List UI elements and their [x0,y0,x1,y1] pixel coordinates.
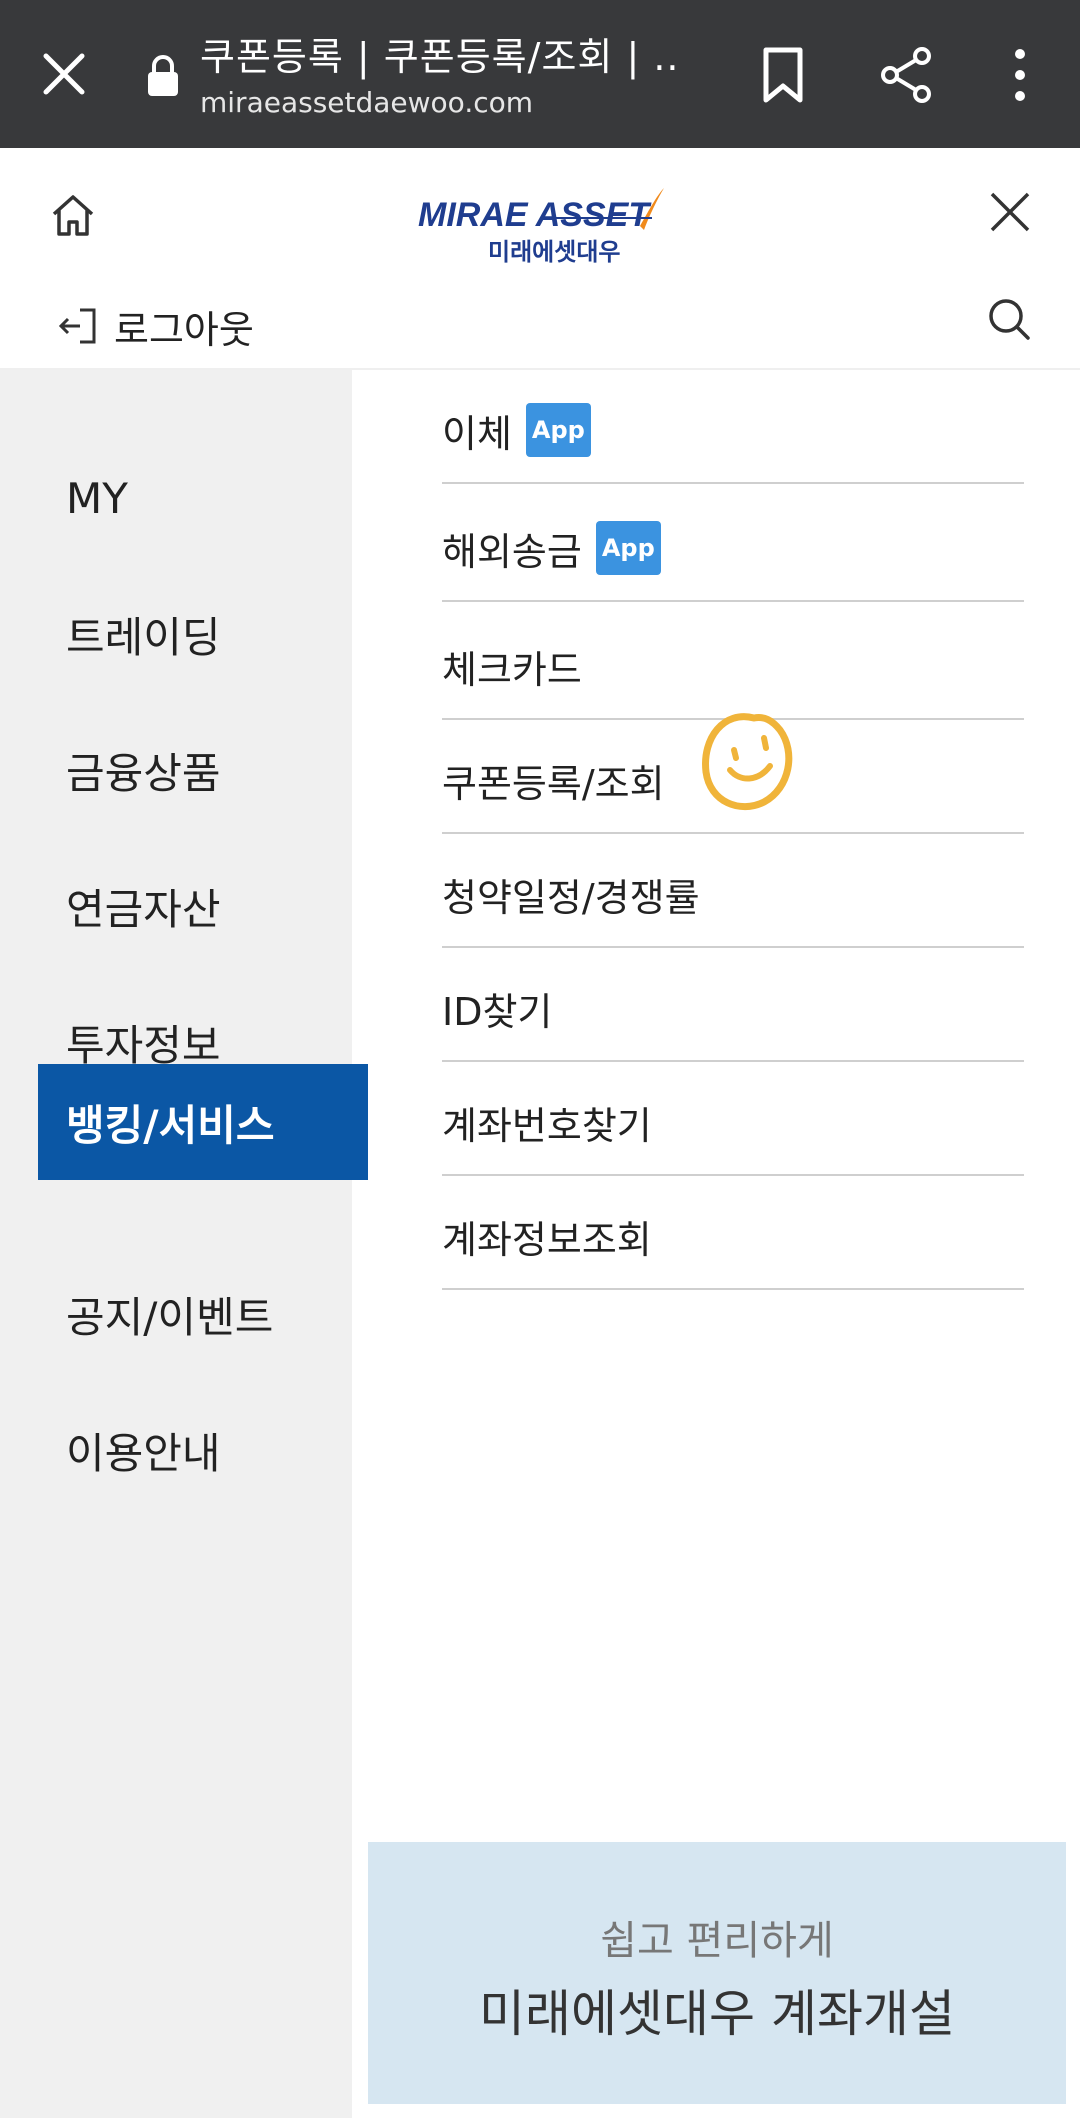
nav-item-usage-guide[interactable]: 이용안내 [0,1392,352,1508]
nav-item-my[interactable]: MY [0,440,352,556]
submenu-item-account-info[interactable]: 계좌정보조회 [442,1176,1024,1290]
browser-toolbar: 쿠폰등록 | 쿠폰등록/조회 | ... miraeassetdaewoo.co… [0,0,1080,148]
app-badge: App [525,403,591,457]
category-nav: MY 트레이딩 금융상품 연금자산 투자정보 뱅킹/서비스 공지/이벤트 이용안… [0,370,368,2118]
share-icon[interactable] [878,46,936,104]
svg-text:MIRAE ASSET: MIRAE ASSET [418,196,652,234]
close-menu-icon[interactable] [988,190,1032,234]
lock-icon [148,55,178,96]
logout-icon [58,308,96,344]
submenu-item-find-account-number[interactable]: 계좌번호찾기 [442,1062,1024,1176]
submenu-item-find-id[interactable]: ID찾기 [442,948,1024,1062]
submenu-item-check-card[interactable]: 체크카드 [442,606,1024,720]
banner-title: 미래에셋대우 계좌개설 [479,1985,955,2043]
nav-item-trading[interactable]: 트레이딩 [0,576,352,692]
close-tab-icon[interactable] [36,46,92,102]
logout-label: 로그아웃 [114,307,254,352]
more-options-icon[interactable] [1004,46,1036,104]
bookmark-icon[interactable] [758,46,808,104]
search-icon[interactable] [986,296,1032,342]
submenu-item-subscription-schedule[interactable]: 청약일정/경쟁률 [442,834,1024,948]
nav-item-financial-products[interactable]: 금융상품 [0,712,352,828]
nav-item-banking-services[interactable]: 뱅킹/서비스 [38,1064,368,1180]
site-header: MIRAE ASSET 미래에셋대우 로그아웃 [0,148,1080,370]
page-url[interactable]: miraeassetdaewoo.com [200,86,680,119]
app-badge: App [595,521,661,575]
page-title[interactable]: 쿠폰등록 | 쿠폰등록/조회 | ... [200,26,680,81]
mirae-asset-logo[interactable]: MIRAE ASSET 미래에셋대우 [412,168,672,268]
nav-item-notice-events[interactable]: 공지/이벤트 [0,1256,352,1372]
svg-text:미래에셋대우: 미래에셋대우 [488,238,620,266]
account-opening-banner[interactable]: 쉽고 편리하게 미래에셋대우 계좌개설 [368,1842,1066,2104]
submenu-label: 해외송금 [442,529,582,574]
smiley-doodle-icon [702,713,793,810]
logout-link[interactable]: 로그아웃 [58,296,254,356]
banner-subtitle: 쉽고 편리하게 [600,1918,834,1964]
submenu-item-overseas-remittance[interactable]: 해외송금 App [442,488,1024,602]
submenu-label: 이체 [442,411,512,456]
home-icon[interactable] [50,192,96,238]
submenu-item-transfer[interactable]: 이체 App [442,370,1024,484]
nav-item-pension-assets[interactable]: 연금자산 [0,848,352,964]
